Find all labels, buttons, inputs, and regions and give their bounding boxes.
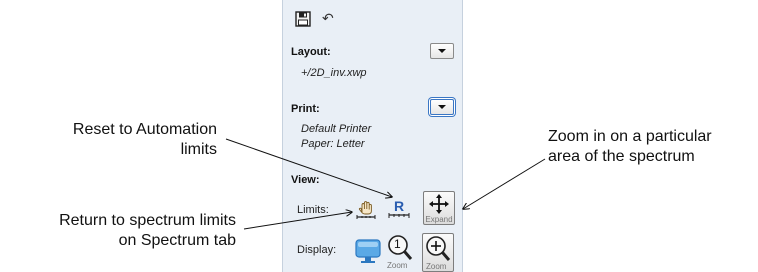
return-arrow (243, 212, 352, 230)
reset-arrow (225, 138, 392, 197)
zoom-arrow (463, 158, 546, 209)
callout-arrows (225, 138, 546, 230)
